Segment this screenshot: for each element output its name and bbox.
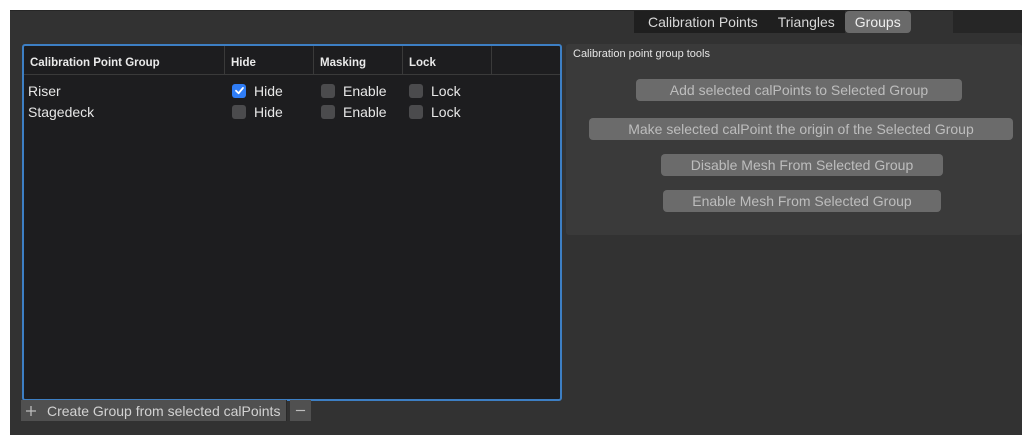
lock-label: Lock: [431, 82, 461, 99]
lock-checkbox[interactable]: Lock: [403, 83, 492, 99]
enable-mesh-button[interactable]: Enable Mesh From Selected Group: [663, 190, 941, 212]
checkbox-unchecked-icon[interactable]: [409, 104, 423, 119]
checkbox-unchecked-icon[interactable]: [409, 83, 423, 98]
tab-bar-filler: [953, 11, 1022, 33]
create-group-button[interactable]: Create Group from selected calPoints: [21, 400, 288, 421]
table-row[interactable]: Riser Hide Enable Lock: [24, 80, 560, 101]
hide-label: Hide: [254, 103, 283, 120]
create-group-label: Create Group from selected calPoints: [47, 402, 281, 419]
make-origin-button[interactable]: Make selected calPoint the origin of the…: [589, 118, 1013, 140]
table-header: Calibration Point Group Hide Masking Loc…: [24, 46, 560, 75]
app-window: Calibration Points Triangles Groups Cali…: [10, 10, 1022, 435]
table-toolbar: Create Group from selected calPoints: [21, 400, 312, 421]
column-header-lock[interactable]: Lock: [403, 46, 492, 74]
column-header-hide[interactable]: Hide: [225, 46, 314, 74]
plus-icon: [26, 405, 36, 416]
tab-triangles[interactable]: Triangles: [767, 11, 845, 33]
group-tools-panel: Calibration point group tools Add select…: [566, 44, 1022, 235]
table-body: Riser Hide Enable Lock Stagedeck Hide En…: [24, 80, 560, 122]
remove-group-button[interactable]: [290, 400, 312, 421]
hide-label: Hide: [254, 82, 283, 99]
minus-icon: [296, 409, 306, 412]
checkbox-checked-icon[interactable]: [232, 83, 246, 98]
lock-label: Lock: [431, 103, 461, 120]
masking-label: Enable: [343, 82, 387, 99]
checkbox-unchecked-icon[interactable]: [232, 104, 246, 119]
checkbox-unchecked-icon[interactable]: [321, 104, 335, 119]
hide-checkbox[interactable]: Hide: [225, 104, 314, 120]
tab-calibration-points[interactable]: Calibration Points: [634, 11, 768, 33]
masking-label: Enable: [343, 103, 387, 120]
column-header-masking[interactable]: Masking: [314, 46, 403, 74]
lock-checkbox[interactable]: Lock: [403, 104, 492, 120]
group-table[interactable]: Calibration Point Group Hide Masking Loc…: [22, 44, 562, 401]
disable-mesh-button[interactable]: Disable Mesh From Selected Group: [661, 154, 943, 176]
tab-bar: Calibration Points Triangles Groups: [634, 11, 911, 33]
tab-groups[interactable]: Groups: [844, 11, 911, 33]
group-name[interactable]: Riser: [24, 83, 225, 99]
checkbox-unchecked-icon[interactable]: [321, 83, 335, 98]
group-name[interactable]: Stagedeck: [24, 104, 225, 120]
hide-checkbox[interactable]: Hide: [225, 83, 314, 99]
table-row[interactable]: Stagedeck Hide Enable Lock: [24, 101, 560, 122]
column-header-group[interactable]: Calibration Point Group: [24, 46, 225, 74]
tools-panel-title: Calibration point group tools: [573, 48, 710, 60]
masking-checkbox[interactable]: Enable: [314, 83, 403, 99]
add-calpoints-to-group-button[interactable]: Add selected calPoints to Selected Group: [636, 79, 962, 101]
masking-checkbox[interactable]: Enable: [314, 104, 403, 120]
